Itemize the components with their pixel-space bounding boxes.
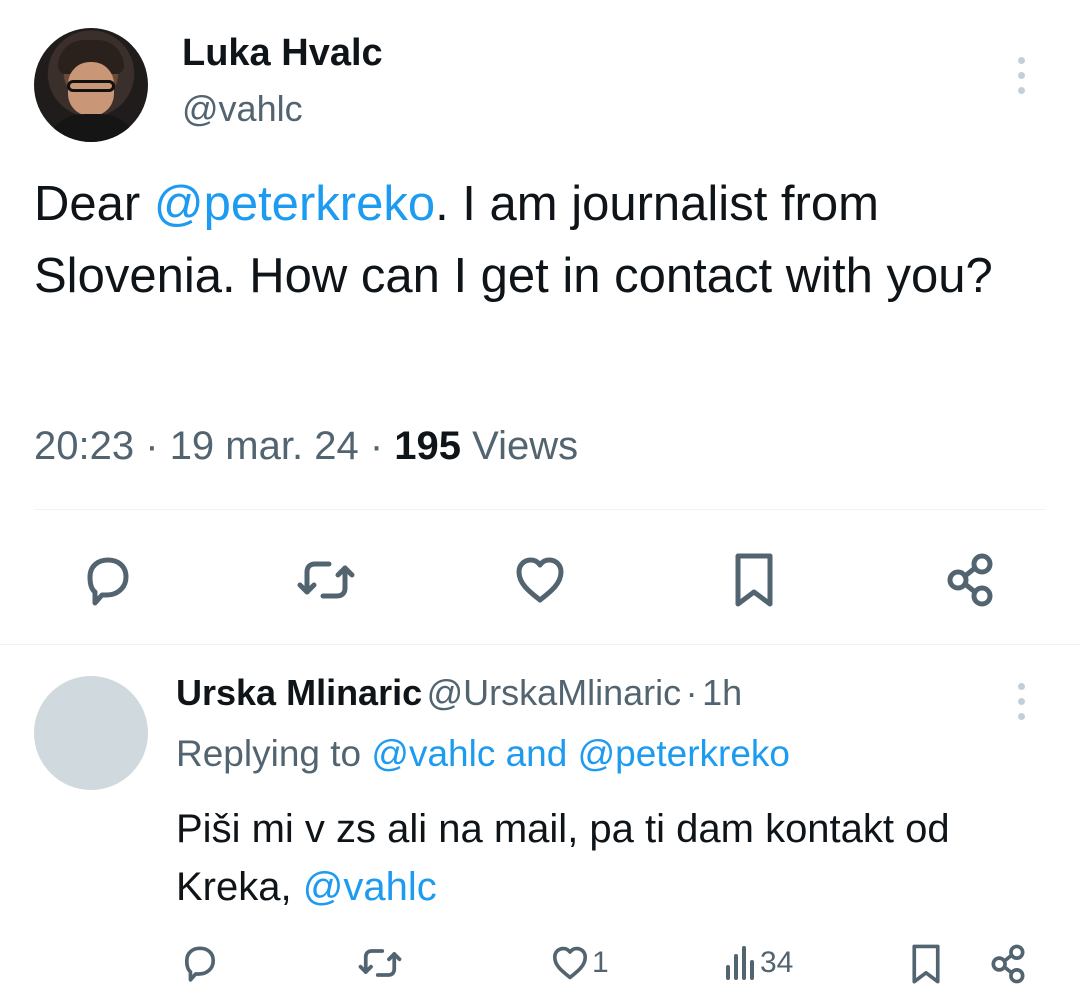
more-icon[interactable] <box>1018 57 1025 102</box>
reply-author-name[interactable]: Urska Mlinaric <box>176 672 422 713</box>
bookmark-icon[interactable] <box>730 550 778 615</box>
author-name[interactable]: Luka Hvalc <box>182 32 383 75</box>
reply-body: Piši mi v zs ali na mail, pa ti dam kont… <box>176 807 950 909</box>
replying-mention-peterkreko[interactable]: @peterkreko <box>578 733 790 774</box>
mention-link[interactable]: @peterkreko <box>154 177 435 231</box>
tweet-text: Dear @peterkreko. I am journalist from S… <box>34 168 1044 312</box>
replying-label: Replying to <box>176 733 362 774</box>
replying-and: and <box>505 733 568 774</box>
retweet-icon[interactable] <box>295 552 357 613</box>
reply-views-count: 34 <box>760 946 794 979</box>
reply-mention[interactable]: @vahlc <box>303 865 437 909</box>
reply-divider <box>0 644 1080 645</box>
reply-share-icon[interactable] <box>986 942 1030 991</box>
reply-heart-icon <box>552 946 588 980</box>
avatar-shirt <box>44 114 140 142</box>
reply-retweet-icon[interactable] <box>356 942 404 989</box>
avatar-glasses <box>67 80 115 92</box>
reply-icon[interactable] <box>78 552 138 613</box>
heart-icon[interactable] <box>510 551 570 614</box>
reply-like-button[interactable]: 1 <box>548 942 609 984</box>
reply-reply-icon[interactable] <box>178 942 222 989</box>
share-icon[interactable] <box>940 550 1000 615</box>
reply-meta-separator: · <box>685 672 698 713</box>
reply-author-handle[interactable]: @UrskaMlinaric <box>427 672 682 713</box>
tweet-time[interactable]: 20:23 <box>34 424 134 468</box>
reply-views-button[interactable]: 34 <box>724 944 793 982</box>
meta-separator: · <box>369 424 384 468</box>
tweet-date[interactable]: 19 mar. 24 <box>170 424 359 468</box>
tweet-text-start: Dear <box>34 177 154 231</box>
reply-author-avatar[interactable] <box>34 676 148 790</box>
tweet-meta: 20:23 · 19 mar. 24 · 195 Views <box>34 424 578 469</box>
replying-to: Replying to @vahlc and @peterkreko <box>176 733 790 775</box>
reply-like-count: 1 <box>592 946 609 979</box>
views-count: 195 <box>394 424 462 468</box>
views-icon <box>726 946 754 980</box>
author-avatar[interactable] <box>34 28 148 142</box>
author-handle[interactable]: @vahlc <box>182 88 303 130</box>
reply-more-icon[interactable] <box>1018 683 1025 728</box>
views-label: Views <box>472 424 579 468</box>
meta-divider <box>34 509 1046 510</box>
reply-age[interactable]: 1h <box>702 672 742 713</box>
reply-bookmark-icon[interactable] <box>908 942 944 991</box>
reply-text: Piši mi v zs ali na mail, pa ti dam kont… <box>176 800 1056 916</box>
meta-separator: · <box>145 424 159 468</box>
reply-header: Urska Mlinaric @UrskaMlinaric · 1h <box>176 672 742 714</box>
replying-mention-vahlc[interactable]: @vahlc <box>371 733 495 774</box>
